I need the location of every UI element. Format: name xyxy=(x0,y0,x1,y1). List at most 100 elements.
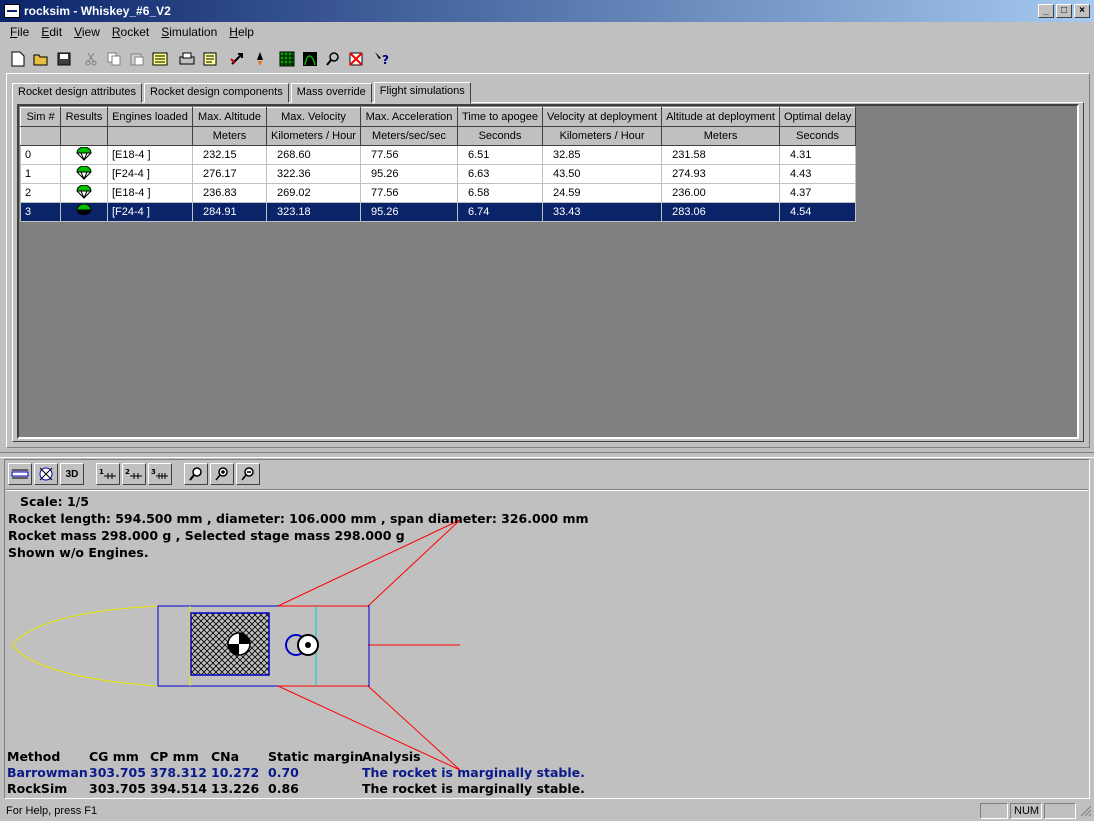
minimize-button[interactable]: _ xyxy=(1038,4,1054,18)
report-icon[interactable] xyxy=(198,48,221,70)
table-cell: 276.17 xyxy=(192,164,267,184)
window-title: rocksim - Whiskey_#6_V2 xyxy=(24,4,171,18)
scale-label: Scale: 1/5 xyxy=(20,494,89,509)
maximize-button[interactable]: □ xyxy=(1056,4,1072,18)
col-header-max-velocity[interactable]: Max. Velocity xyxy=(266,107,361,127)
rocket-tools-icon[interactable] xyxy=(225,48,248,70)
cut-icon[interactable] xyxy=(79,48,102,70)
tab-rocket-design-attributes[interactable]: Rocket design attributes xyxy=(12,83,143,103)
svg-text:1: 1 xyxy=(99,468,104,476)
paste-icon[interactable] xyxy=(125,48,148,70)
col-header-max-acceleration[interactable]: Max. Acceleration xyxy=(359,107,458,127)
result-parachute-icon xyxy=(60,183,108,203)
unit-cell: Kilometers / Hour xyxy=(266,126,361,146)
col-header-engines[interactable]: Engines loaded xyxy=(107,107,193,127)
grid-icon[interactable] xyxy=(275,48,298,70)
table-cell: 268.60 xyxy=(266,145,361,165)
pane-splitter[interactable] xyxy=(0,452,1094,458)
3d-view-icon[interactable]: 3D xyxy=(60,463,84,485)
stability-header-cell: CG mm xyxy=(89,749,139,764)
tab-rocket-design-components[interactable]: Rocket design components xyxy=(144,83,289,103)
table-cell: 33.43 xyxy=(542,202,663,222)
table-cell: 283.06 xyxy=(661,202,780,222)
resize-grip-icon[interactable] xyxy=(1078,803,1094,819)
result-parachute-icon xyxy=(60,145,108,165)
copy-icon[interactable] xyxy=(102,48,125,70)
tab-mass-override[interactable]: Mass override xyxy=(290,83,372,103)
table-row[interactable]: 3 [F24-4 ] 284.91 323.18 95.26 6.74 33.43 283.0… xyxy=(20,202,857,222)
tab-flight-simulations[interactable]: Flight simulations xyxy=(373,82,471,104)
stability-cell: 303.705 xyxy=(89,765,146,780)
status-pane-num: NUM xyxy=(1010,802,1042,819)
delete-icon[interactable] xyxy=(344,48,367,70)
table-cell: 284.91 xyxy=(192,202,267,222)
unit-cell: Seconds xyxy=(778,126,857,146)
close-button[interactable]: × xyxy=(1074,4,1090,18)
table-cell: 4.31 xyxy=(778,145,857,165)
zoom-in-icon[interactable] xyxy=(210,463,234,485)
help-icon[interactable]: ? xyxy=(371,48,394,70)
app-icon xyxy=(4,4,20,18)
end-view-icon[interactable] xyxy=(34,463,58,485)
table-row[interactable]: 2 [E18-4 ] 236.83 269.02 77.56 6.58 24.59 236.0… xyxy=(20,183,857,203)
save-icon[interactable] xyxy=(52,48,75,70)
menu-view[interactable]: View xyxy=(68,25,106,39)
table-cell: 322.36 xyxy=(266,164,361,184)
table-cell: 269.02 xyxy=(266,183,361,203)
window-controls: _ □ × xyxy=(1038,4,1090,18)
menu-simulation[interactable]: Simulation xyxy=(155,25,223,39)
unit-cell xyxy=(107,126,193,146)
new-icon[interactable] xyxy=(6,48,29,70)
table-row[interactable]: 0 [E18-4 ] 232.15 268.60 77.56 6.51 32.85 231.5… xyxy=(20,145,857,165)
unit-cell: Kilometers / Hour xyxy=(542,126,663,146)
unit-cell xyxy=(60,126,108,146)
col-header-optimal-delay[interactable]: Optimal delay xyxy=(778,107,857,127)
table-cell: 6.74 xyxy=(456,202,544,222)
side-view-icon[interactable] xyxy=(8,463,32,485)
col-header-altitude-deployment[interactable]: Altitude at deployment xyxy=(661,107,780,127)
table-cell: 77.56 xyxy=(359,145,458,165)
view-toolbar: 3D 1 2 3 xyxy=(8,463,260,485)
menu-rocket[interactable]: Rocket xyxy=(106,25,155,39)
table-cell: 4.54 xyxy=(778,202,857,222)
menu-help[interactable]: Help xyxy=(223,25,260,39)
col-header-results[interactable]: Results xyxy=(60,107,108,127)
unit-cell: Meters xyxy=(192,126,267,146)
stability-header-cell: CP mm xyxy=(150,749,199,764)
open-icon[interactable] xyxy=(29,48,52,70)
table-cell: 236.83 xyxy=(192,183,267,203)
stage-3-icon[interactable]: 3 xyxy=(148,463,172,485)
find-icon[interactable] xyxy=(321,48,344,70)
menu-bar: File Edit View Rocket Simulation Help xyxy=(0,22,1094,42)
table-cell: 232.15 xyxy=(192,145,267,165)
stage-2-icon[interactable]: 2 xyxy=(122,463,146,485)
stability-cell: 13.226 xyxy=(211,781,260,796)
col-header-time-to-apogee[interactable]: Time to apogee xyxy=(456,107,544,127)
stability-cell: The rocket is marginally stable. xyxy=(362,781,585,796)
stability-cell: 0.70 xyxy=(268,765,299,780)
stability-cell: 303.705 xyxy=(89,781,146,796)
menu-edit[interactable]: Edit xyxy=(35,25,68,39)
table-cell: 4.43 xyxy=(778,164,857,184)
table-row[interactable]: 1 [F24-4 ] 276.17 322.36 95.26 6.63 43.50 274.9… xyxy=(20,164,857,184)
stage-1-icon[interactable]: 1 xyxy=(96,463,120,485)
col-header-max-altitude[interactable]: Max. Altitude xyxy=(192,107,267,127)
tab-strip: Rocket design attributes Rocket design c… xyxy=(12,81,473,104)
engines-note: Shown w/o Engines. xyxy=(8,545,149,560)
zoom-out-icon[interactable] xyxy=(236,463,260,485)
stability-cell: Barrowman xyxy=(7,765,88,780)
simulation-grid[interactable]: Sim # Results Engines loaded Max. Altitu… xyxy=(17,104,1079,439)
rocket-ignite-icon[interactable] xyxy=(248,48,271,70)
table-cell: [E18-4 ] xyxy=(107,145,193,165)
zoom-icon[interactable] xyxy=(184,463,208,485)
print-icon[interactable] xyxy=(175,48,198,70)
table-cell: 323.18 xyxy=(266,202,361,222)
stability-header-cell: Analysis xyxy=(362,749,421,764)
main-toolbar: ? xyxy=(6,46,398,72)
col-header-velocity-deployment[interactable]: Velocity at deployment xyxy=(542,107,663,127)
menu-file[interactable]: File xyxy=(4,25,35,39)
properties-icon[interactable] xyxy=(148,48,171,70)
col-header-sim[interactable]: Sim # xyxy=(20,107,61,127)
svg-text:?: ? xyxy=(382,53,389,67)
chart-icon[interactable] xyxy=(298,48,321,70)
